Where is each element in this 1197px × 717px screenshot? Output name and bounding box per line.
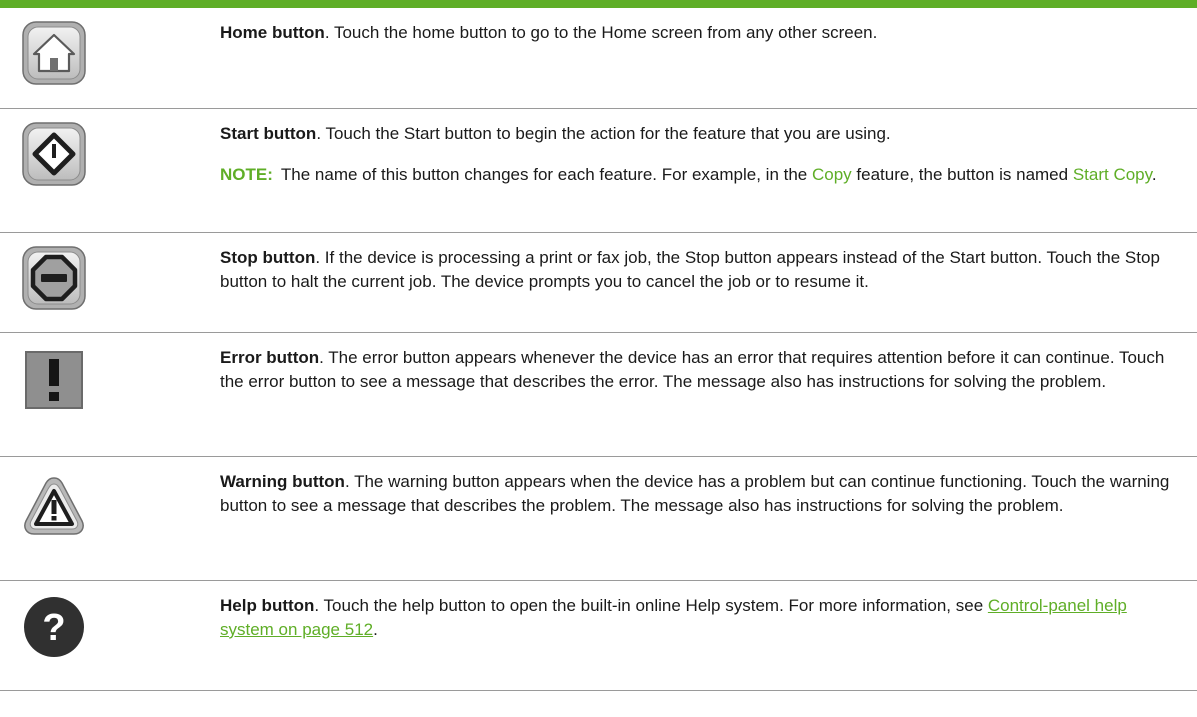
help-icon: ? (22, 595, 86, 659)
row-title: Help button (220, 596, 315, 615)
row-description: Warning button. The warning button appea… (220, 470, 1185, 518)
row-body: . Touch the Start button to begin the ac… (316, 124, 891, 143)
note: NOTE: The name of this button changes for… (220, 163, 1185, 187)
stop-icon (22, 246, 86, 310)
note-term-copy: Copy (811, 165, 852, 184)
row-title: Error button (220, 348, 320, 367)
row-title: Home button (220, 23, 325, 42)
row-description: Error button. The error button appears w… (220, 346, 1185, 394)
note-text: feature, the button is named (851, 165, 1073, 184)
row-title: Stop button (220, 248, 316, 267)
row-tail: . (373, 620, 378, 639)
table-row: Start button. Touch the Start button to … (0, 109, 1197, 233)
row-title: Start button (220, 124, 317, 143)
top-accent-bar (0, 0, 1197, 8)
row-title: Warning button (220, 472, 345, 491)
note-text: The name of this button changes for each… (280, 165, 812, 184)
table-row: ? Help button. Touch the help button to … (0, 581, 1197, 691)
row-body: . Touch the help button to open the buil… (314, 596, 988, 615)
table-row: Error button. The error button appears w… (0, 333, 1197, 457)
home-icon (22, 21, 86, 85)
warning-icon (22, 474, 86, 538)
table-row: Warning button. The warning button appea… (0, 457, 1197, 581)
note-term-start-copy: Start Copy (1072, 165, 1152, 184)
row-body: . The error button appears whenever the … (220, 348, 1165, 391)
row-body: . Touch the home button to go to the Hom… (324, 23, 878, 42)
row-description: Start button. Touch the Start button to … (220, 122, 1185, 187)
note-text: . (1151, 165, 1157, 184)
row-description: Stop button. If the device is processing… (220, 246, 1185, 294)
svg-text:?: ? (42, 607, 65, 649)
start-icon (22, 122, 86, 186)
row-body: . The warning button appears when the de… (220, 472, 1170, 515)
table-row: Stop button. If the device is processing… (0, 233, 1197, 333)
error-icon (22, 348, 86, 412)
table-row: Home button. Touch the home button to go… (0, 8, 1197, 109)
row-description: Help button. Touch the help button to op… (220, 594, 1185, 642)
row-description: Home button. Touch the home button to go… (220, 21, 1185, 45)
row-body: . If the device is processing a print or… (220, 248, 1160, 291)
note-label: NOTE: (220, 165, 273, 184)
